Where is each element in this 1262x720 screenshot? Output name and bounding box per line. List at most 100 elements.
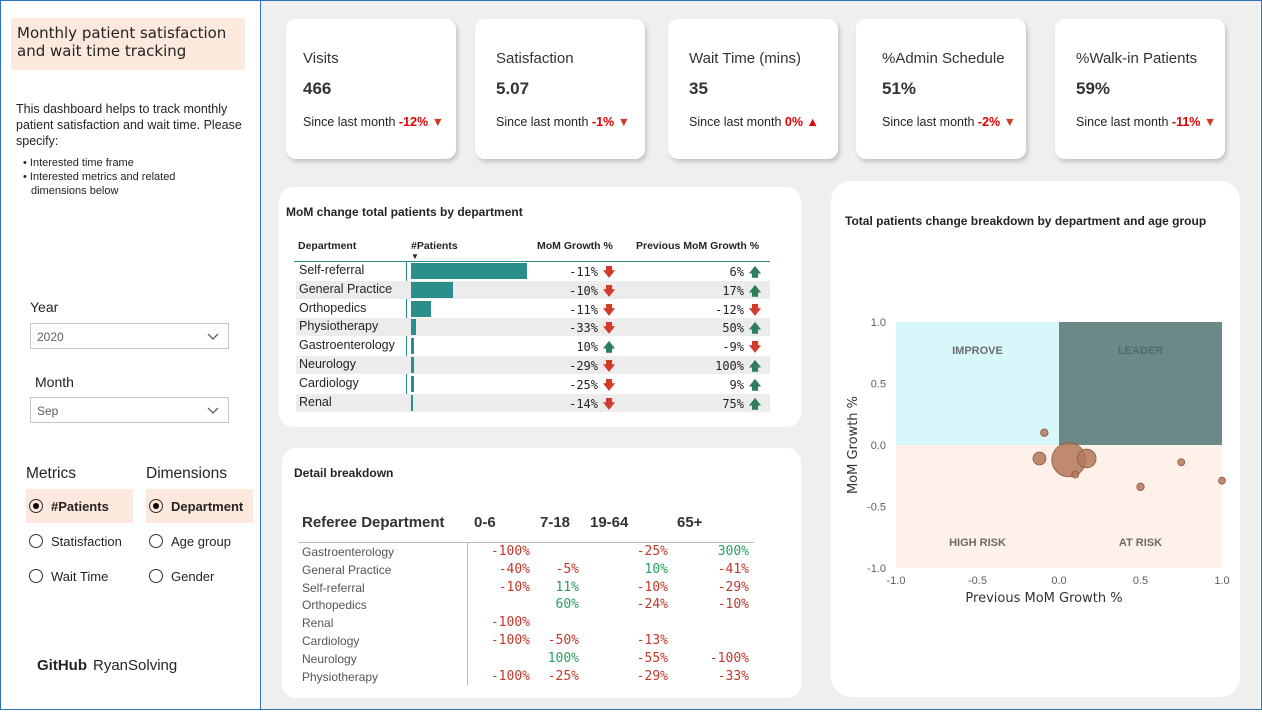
kpi-change: -11%	[1171, 115, 1201, 129]
department-name: Neurology	[299, 357, 356, 371]
kpi-card-wait-time[interactable]: Wait Time (mins) 35 Since last month 0% …	[668, 19, 838, 159]
detail-cell-value: -10%	[636, 579, 668, 595]
department-name: Self-referral	[299, 263, 365, 277]
detail-cell-value: -55%	[636, 650, 668, 666]
metric-radio-satisfaction[interactable]: Statisfaction	[26, 524, 133, 558]
metric-radio-patients[interactable]: #Patients	[26, 489, 133, 523]
data-point	[1218, 476, 1226, 485]
detail-cell-value: -10%	[717, 597, 749, 613]
quadrant-improve	[896, 322, 1059, 445]
table-row[interactable]: Renal -14% 🡇 75% 🡅	[296, 393, 770, 412]
col-header-age-0-6[interactable]: 0-6	[474, 514, 496, 531]
sort-desc-icon: ▼	[411, 252, 419, 261]
detail-cell-value: -24%	[636, 597, 668, 613]
col-header-age-65-plus[interactable]: 65+	[677, 514, 702, 531]
patients-bar	[411, 357, 415, 373]
arrow-down-icon: ▼	[1003, 115, 1016, 129]
arrow-down-icon: ▼	[617, 115, 630, 129]
col-header-mom-growth[interactable]: MoM Growth %	[537, 240, 613, 252]
detail-cell-value: 300%	[717, 544, 749, 559]
x-tick-label: 0.0	[1051, 575, 1066, 587]
department-name: Orthopedics	[299, 300, 367, 315]
metric-label: #Patients	[51, 498, 109, 514]
kpi-value: 466	[303, 79, 332, 98]
col-header-department[interactable]: Department	[298, 240, 356, 252]
y-tick-label: 1.0	[871, 317, 886, 329]
radio-icon	[29, 569, 43, 583]
radio-selected-icon	[149, 499, 163, 513]
dashboard-description: This dashboard helps to track monthly pa…	[16, 102, 242, 148]
kpi-card-admin-schedule[interactable]: %Admin Schedule 51% Since last month -2%…	[856, 19, 1026, 159]
year-label: Year	[30, 299, 59, 315]
description-bullets: • Interested time frame • Interested met…	[23, 155, 243, 199]
github-user: RyanSolving	[93, 657, 178, 674]
kpi-since: Since last month 0% ▲	[689, 115, 819, 129]
detail-department-name: Cardiology	[302, 634, 360, 648]
quadrant-label-high-risk: HIGH RISK	[949, 537, 1006, 549]
radio-icon	[29, 534, 43, 548]
month-select[interactable]: Sep	[30, 397, 229, 423]
arrow-down-icon: ▼	[431, 115, 444, 129]
scatter-chart[interactable]: IMPROVE LEADER HIGH RISK AT RISK -1.0 -0.5 0.0…	[831, 181, 1240, 697]
detail-cell-value: -29%	[636, 668, 668, 684]
col-header-age-7-18[interactable]: 7-18	[540, 514, 570, 531]
y-tick-label: -0.5	[867, 502, 886, 514]
kpi-value: 59%	[1076, 79, 1111, 98]
patients-bar	[411, 300, 431, 317]
arrow-up-icon: ▲	[806, 115, 819, 129]
col-header-patients[interactable]: #Patients	[411, 240, 458, 252]
github-credit[interactable]: GitHub RyanSolving	[37, 657, 177, 674]
detail-cell-value: -13%	[636, 633, 668, 648]
kpi-since: Since last month -11% ▼	[1076, 115, 1217, 129]
kpi-change: -12%	[398, 115, 429, 129]
metric-radio-wait-time[interactable]: Wait Time	[26, 559, 133, 593]
x-tick-label: -0.5	[968, 575, 987, 587]
kpi-title: Satisfaction	[496, 50, 574, 67]
col-header-age-19-64[interactable]: 19-64	[590, 514, 628, 531]
detail-cell-value: -41%	[717, 561, 749, 577]
col-header-previous-mom-growth[interactable]: Previous MoM Growth %	[636, 240, 759, 252]
detail-department-name: General Practice	[302, 562, 392, 577]
chevron-down-icon	[206, 329, 220, 346]
kpi-card-walk-in-patients[interactable]: %Walk-in Patients 59% Since last month -…	[1055, 19, 1225, 159]
detail-cell-value: 100%	[547, 650, 579, 666]
patients-bar	[411, 375, 415, 392]
table-row[interactable]: Neurology -29% 🡇 100% 🡅	[296, 356, 770, 374]
month-label: Month	[35, 374, 74, 390]
y-tick-label: 0.0	[871, 440, 886, 452]
table-row[interactable]: Self-referral -11% 🡇 6% 🡅	[296, 262, 770, 280]
kpi-card-satisfaction[interactable]: Satisfaction 5.07 Since last month -1% ▼	[475, 19, 645, 159]
dimensions-label: Dimensions	[146, 465, 227, 482]
dimension-label: Gender	[171, 568, 215, 584]
table-row[interactable]: Physiotherapy -33% 🡇 50% 🡅	[296, 318, 770, 337]
kpi-card-visits[interactable]: Visits 466 Since last month -12% ▼	[286, 19, 456, 159]
mom-growth-value: -14% 🡇	[569, 395, 616, 416]
y-tick-label: 0.5	[871, 379, 886, 391]
year-value: 2020	[37, 330, 64, 344]
dimension-radio-department[interactable]: Department	[146, 489, 253, 523]
github-logo: GitHub	[37, 657, 87, 674]
arrow-up-icon: 🡅	[748, 396, 762, 411]
previous-mom-growth-value: 75% 🡅	[722, 395, 762, 416]
kpi-value: 5.07	[496, 79, 530, 98]
x-tick-label: -1.0	[887, 575, 906, 587]
table-row[interactable]: Gastroenterology 10% 🡅 -9% 🡇	[296, 337, 770, 355]
metrics-label: Metrics	[26, 465, 76, 482]
dimension-radio-gender[interactable]: Gender	[146, 559, 253, 593]
patients-bar	[411, 394, 414, 411]
department-name: Physiotherapy	[299, 319, 379, 334]
table-row[interactable]: General Practice -10% 🡇 17% 🡅	[296, 280, 770, 299]
data-point	[1040, 428, 1049, 437]
kpi-value: 35	[689, 79, 708, 98]
bullet-item: dimensions below	[31, 185, 119, 197]
month-value: Sep	[37, 404, 59, 418]
col-header-referee-department[interactable]: Referee Department	[302, 514, 445, 531]
table-row[interactable]: Cardiology -25% 🡇 9% 🡅	[296, 375, 770, 393]
radio-icon	[149, 534, 163, 548]
quadrant-label-at-risk: AT RISK	[1119, 537, 1162, 549]
dimension-radio-age-group[interactable]: Age group	[146, 524, 253, 558]
table-row[interactable]: Orthopedics -11% 🡇 -12% 🡇	[296, 300, 770, 318]
year-select[interactable]: 2020	[30, 323, 229, 349]
arrow-down-icon: 🡇	[602, 396, 616, 411]
quadrant-high-risk	[896, 445, 1059, 568]
